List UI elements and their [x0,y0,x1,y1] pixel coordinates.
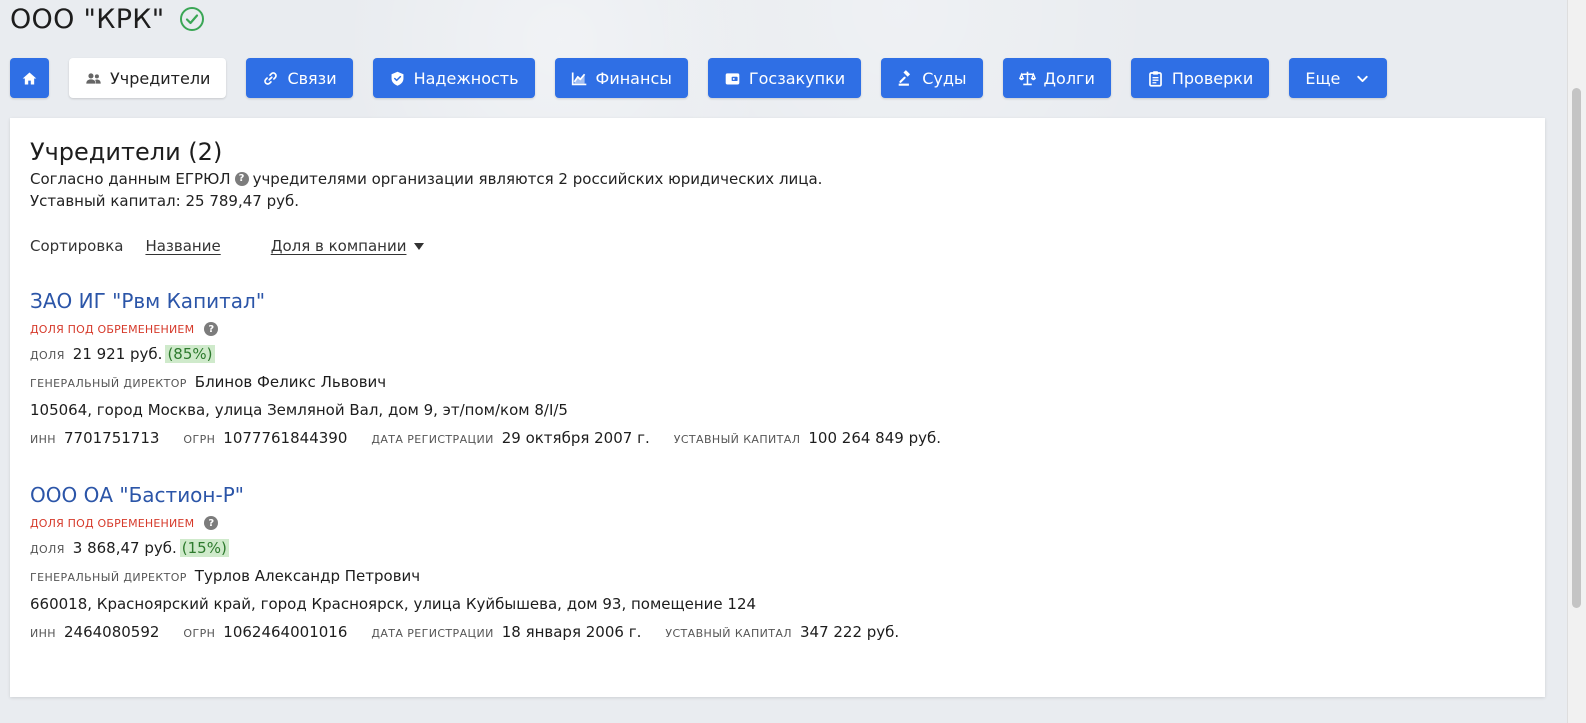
founder-name-link[interactable]: ООО ОА "Бастион-Р" [30,480,1525,510]
section-title: Учредители (2) [30,138,223,166]
reg-date-label: ДАТА РЕГИСТРАЦИИ [371,627,494,640]
home-icon [22,72,37,84]
link-icon [264,71,278,85]
nav-tab-label: Финансы [595,68,672,88]
director-row: ГЕНЕРАЛЬНЫЙ ДИРЕКТОР Блинов Феликс Львов… [30,368,1525,396]
nav-tab-inspections[interactable]: Проверки [1130,58,1270,98]
director-row: ГЕНЕРАЛЬНЫЙ ДИРЕКТОР Турлов Александр Пе… [30,562,1525,590]
founder-card: ООО ОА "Бастион-Р" ДОЛЯ ПОД ОБРЕМЕНЕНИЕМ… [30,480,1525,646]
description-text: учредителями организации являются 2 росс… [252,170,823,188]
nav-tab-debts[interactable]: Долги [1002,58,1111,98]
nav-tab-label: Суды [922,68,967,88]
sort-desc-icon [414,242,425,250]
capital-value: 100 264 849 руб. [808,429,941,447]
director-name: Блинов Феликс Львович [194,373,387,391]
company-header: ООО "КРК" [10,0,205,38]
share-label: ДОЛЯ [30,349,65,362]
ogrn-label: ОГРН [183,433,216,446]
capital-value: 347 222 руб. [799,623,900,641]
nav-tab-finance[interactable]: Финансы [554,58,688,98]
founders-panel: Учредители (2) Согласно данным ЕГРЮЛ ? у… [10,118,1545,697]
nav-more-dropdown[interactable]: Еще [1289,58,1388,98]
share-label: ДОЛЯ [30,543,65,556]
chevron-down-icon [1357,75,1369,82]
share-percent-badge: (15%) [179,539,229,557]
director-label: ГЕНЕРАЛЬНЫЙ ДИРЕКТОР [30,571,187,584]
reg-date-value: 29 октября 2007 г. [501,429,650,447]
founder-card: ЗАО ИГ "Рвм Капитал" ДОЛЯ ПОД ОБРЕМЕНЕНИ… [30,286,1525,452]
sort-controls: Сортировка Название Доля в компании [30,234,1525,258]
chart-icon [571,72,586,85]
address-row: 660018, Красноярский край, город Красноя… [30,590,1525,618]
verified-check-icon [179,7,204,31]
ogrn-value: 1077761844390 [223,429,348,447]
people-icon [86,72,101,84]
nav-tab-courts[interactable]: Суды [881,58,983,98]
share-value: 21 921 руб. [72,345,163,363]
gavel-icon [898,69,911,86]
sort-by-share-link[interactable]: Доля в компании [271,237,425,255]
shield-icon [391,71,404,86]
nav-tab-label: Госзакупки [748,68,846,88]
inn-label: ИНН [30,433,56,446]
encumbrance-row: ДОЛЯ ПОД ОБРЕМЕНЕНИЕМ ? [30,514,1525,532]
section-description: Согласно данным ЕГРЮЛ ? учредителями орг… [30,168,1525,190]
scrollbar-thumb[interactable] [1572,88,1581,608]
share-row: ДОЛЯ 21 921 руб. (85%) [30,340,1525,368]
share-percent-badge: (85%) [165,345,215,363]
sort-by-name-link[interactable]: Название [145,237,220,255]
address: 105064, город Москва, улица Земляной Вал… [30,401,568,419]
inn-value: 7701751713 [63,429,160,447]
nav-home-button[interactable] [10,58,49,98]
nav-tab-reliability[interactable]: Надежность [372,58,535,98]
nav-tab-label: Надежность [413,68,519,88]
nav-tab-links[interactable]: Связи [246,58,353,98]
share-value: 3 868,47 руб. [72,539,177,557]
page-scrollbar[interactable] [1567,0,1586,723]
encumbrance-row: ДОЛЯ ПОД ОБРЕМЕНЕНИЕМ ? [30,320,1525,338]
company-title: ООО "КРК" [10,3,165,35]
wallet-icon [725,72,740,84]
reg-date-label: ДАТА РЕГИСТРАЦИИ [371,433,494,446]
nav-tab-founders[interactable]: Учредители [69,58,227,98]
scales-icon [1018,71,1036,85]
requisites-row: ИНН 2464080592 ОГРН 1062464001016 ДАТА Р… [30,618,1525,646]
share-row: ДОЛЯ 3 868,47 руб. (15%) [30,534,1525,562]
capital-label: УСТАВНЫЙ КАПИТАЛ [673,433,801,446]
requisites-row: ИНН 7701751713 ОГРН 1077761844390 ДАТА Р… [30,424,1525,452]
clipboard-icon [1148,70,1162,87]
description-prefix: Согласно данным ЕГРЮЛ [30,170,231,188]
ogrn-value: 1062464001016 [223,623,348,641]
nav-tab-label: Долги [1043,68,1095,88]
inn-value: 2464080592 [63,623,160,641]
encumbrance-label: ДОЛЯ ПОД ОБРЕМЕНЕНИЕМ [30,516,195,530]
encumbrance-label: ДОЛЯ ПОД ОБРЕМЕНЕНИЕМ [30,322,195,336]
director-name: Турлов Александр Петрович [194,567,421,585]
authorized-capital: Уставный капитал: 25 789,47 руб. [30,192,299,210]
inn-label: ИНН [30,627,56,640]
founder-name-link[interactable]: ЗАО ИГ "Рвм Капитал" [30,286,1525,316]
address: 660018, Красноярский край, город Красноя… [30,595,757,613]
capital-label: УСТАВНЫЙ КАПИТАЛ [665,627,792,640]
nav-tab-label: Проверки [1171,68,1254,88]
nav-tab-procurement[interactable]: Госзакупки [707,58,862,98]
director-label: ГЕНЕРАЛЬНЫЙ ДИРЕКТОР [30,377,187,390]
sort-by-share-label: Доля в компании [270,237,407,255]
nav-tab-label: Связи [287,68,337,88]
help-icon[interactable]: ? [204,516,219,530]
nav-tab-label: Еще [1305,68,1341,88]
section-nav: Учредители Связи Надежность Финансы Госз… [10,58,1388,98]
ogrn-label: ОГРН [183,627,216,640]
address-row: 105064, город Москва, улица Земляной Вал… [30,396,1525,424]
help-icon[interactable]: ? [204,322,219,336]
help-icon[interactable]: ? [234,172,249,186]
reg-date-value: 18 января 2006 г. [501,623,642,641]
nav-tab-label: Учредители [110,68,211,88]
sort-label: Сортировка [30,237,124,255]
